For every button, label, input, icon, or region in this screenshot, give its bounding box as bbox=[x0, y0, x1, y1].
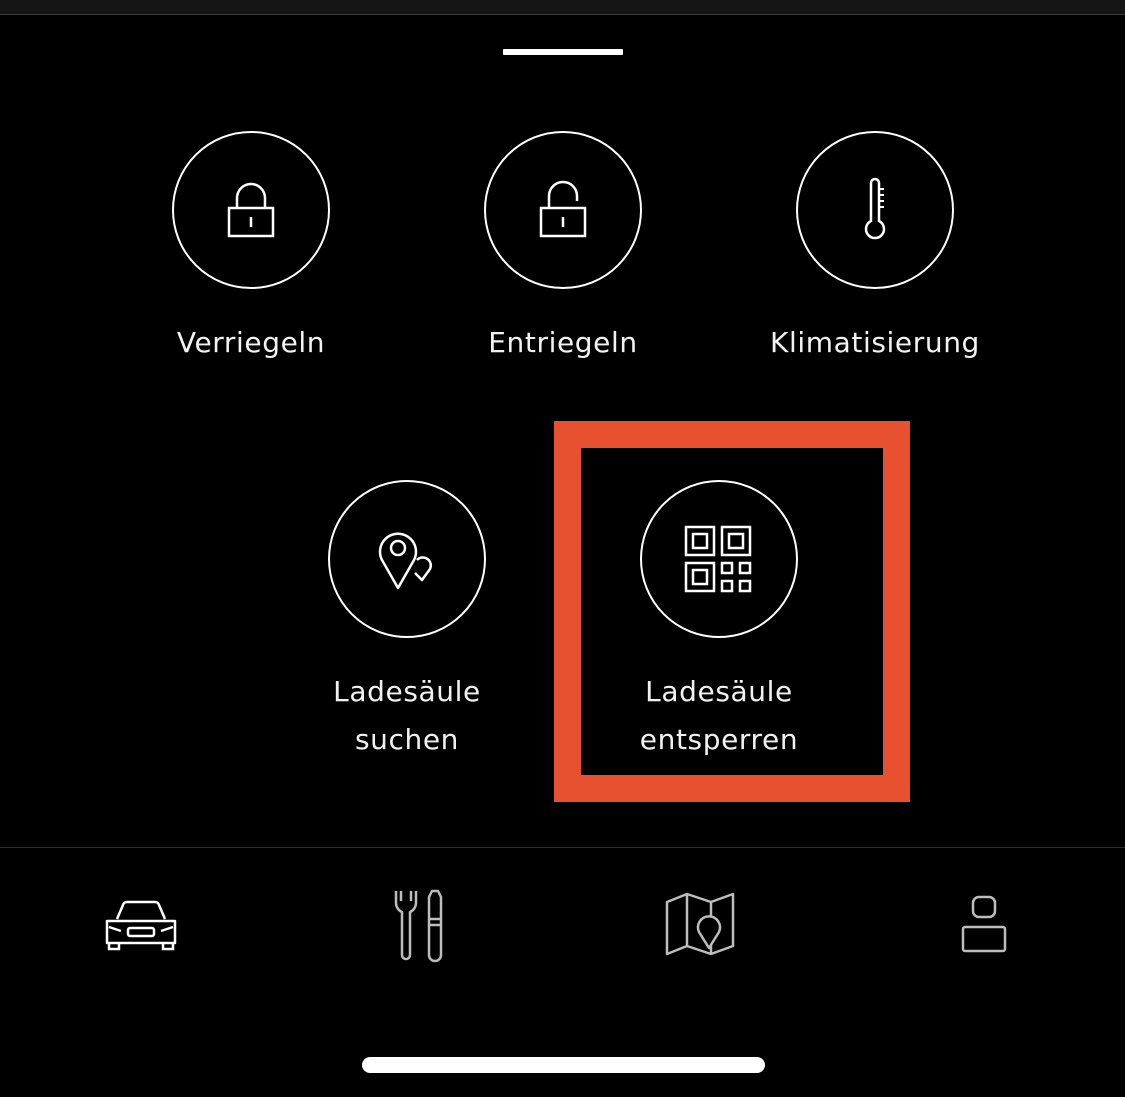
map-icon bbox=[665, 892, 735, 956]
tab-vehicle[interactable] bbox=[91, 880, 191, 970]
location-pin-icon bbox=[378, 532, 432, 590]
profile-icon bbox=[961, 895, 1007, 953]
climate-button[interactable] bbox=[796, 131, 954, 289]
action-find-charger[interactable]: Ladesäule suchen bbox=[277, 480, 537, 764]
action-label: Klimatisierung bbox=[770, 326, 980, 359]
lock-open-icon bbox=[539, 180, 587, 238]
find-charger-button[interactable] bbox=[328, 480, 486, 638]
action-label: Ladesäule entsperren bbox=[639, 675, 799, 756]
action-label: Verriegeln bbox=[176, 326, 326, 359]
qr-code-icon bbox=[684, 525, 752, 593]
tab-profile[interactable] bbox=[934, 880, 1034, 970]
tools-icon bbox=[394, 889, 443, 963]
lock-closed-icon bbox=[227, 182, 275, 238]
action-lock[interactable]: Verriegeln bbox=[121, 131, 381, 367]
action-unlock[interactable]: Entriegeln bbox=[433, 131, 693, 367]
unlock-button[interactable] bbox=[484, 131, 642, 289]
tab-service[interactable] bbox=[370, 880, 470, 970]
action-label: Ladesäule suchen bbox=[333, 675, 481, 756]
status-bar bbox=[0, 0, 1125, 15]
tab-map[interactable] bbox=[651, 880, 751, 970]
sheet-grabber[interactable] bbox=[503, 49, 623, 55]
home-indicator[interactable] bbox=[362, 1057, 765, 1073]
thermometer-icon bbox=[864, 177, 886, 240]
action-label: Entriegeln bbox=[488, 326, 638, 359]
lock-button[interactable] bbox=[172, 131, 330, 289]
action-climate[interactable]: Klimatisierung bbox=[745, 131, 1005, 367]
car-icon bbox=[105, 900, 177, 951]
unlock-charger-button[interactable] bbox=[640, 480, 798, 638]
action-unlock-charger[interactable]: Ladesäule entsperren bbox=[589, 480, 849, 764]
tab-bar-divider bbox=[0, 847, 1125, 848]
